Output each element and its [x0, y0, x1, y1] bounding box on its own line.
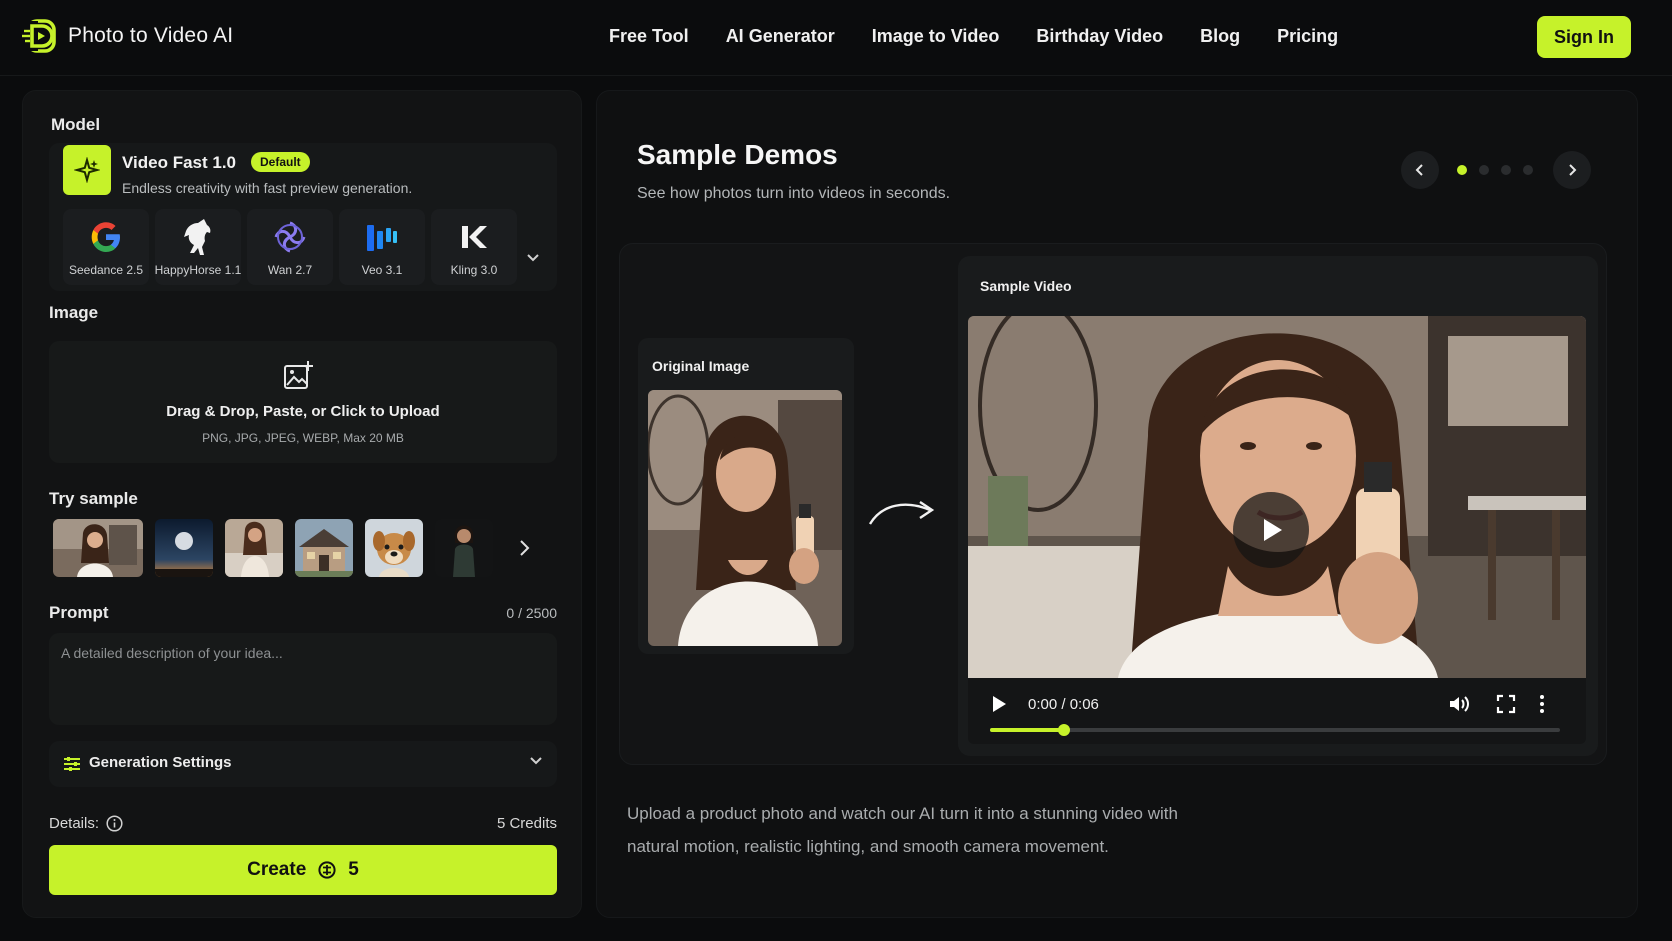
carousel-dot[interactable]: [1457, 165, 1467, 175]
nav-free-tool[interactable]: Free Tool: [609, 26, 689, 47]
provider-label: Kling 3.0: [450, 263, 498, 277]
chevron-down-icon[interactable]: [526, 253, 540, 263]
generation-settings-label: Generation Settings: [89, 754, 232, 771]
image-section-label: Image: [49, 303, 99, 322]
details-row: Details:: [49, 815, 123, 832]
create-label: Create: [247, 859, 307, 880]
provider-label: Wan 2.7: [267, 263, 313, 277]
provider-wan[interactable]: Wan 2.7: [247, 209, 333, 285]
create-button[interactable]: Create 5: [49, 845, 557, 895]
demo-stage: Original Image Sample Video 0:00 / 0:06: [619, 243, 1607, 765]
demo-description: Upload a product photo and watch our AI …: [627, 804, 1178, 856]
carousel-controls: [1401, 151, 1591, 189]
video-controls: 0:00 / 0:06: [968, 678, 1586, 744]
image-upload-icon: [284, 361, 313, 389]
volume-icon[interactable]: [1448, 694, 1470, 714]
provider-kling[interactable]: Kling 3.0: [431, 209, 517, 285]
demo-subtitle: See how photos turn into videos in secon…: [637, 185, 951, 202]
sample-demos-panel: Sample Demos See how photos turn into vi…: [596, 90, 1638, 918]
top-header: Photo to Video AI Free Tool AI Generator…: [0, 0, 1672, 76]
try-sample-label: Try sample: [49, 489, 138, 508]
fullscreen-icon[interactable]: [1496, 694, 1516, 714]
sample-video-label: Sample Video: [980, 278, 1072, 294]
nav-birthday-video[interactable]: Birthday Video: [1036, 26, 1163, 47]
sign-in-button[interactable]: Sign In: [1537, 16, 1631, 58]
sample-thumbnail-house[interactable]: [295, 519, 353, 577]
carousel-dot[interactable]: [1523, 165, 1533, 175]
nav-blog[interactable]: Blog: [1200, 26, 1240, 47]
video-progress-bar[interactable]: [990, 724, 1560, 736]
default-badge: Default: [251, 152, 310, 172]
generation-settings-toggle[interactable]: Generation Settings: [49, 741, 557, 787]
model-name: Video Fast 1.0: [122, 153, 237, 172]
coin-icon: [318, 861, 336, 879]
main-nav: Free Tool AI Generator Image to Video Bi…: [609, 26, 1338, 47]
wan-swirl-icon: [270, 217, 310, 257]
demo-title: Sample Demos: [637, 139, 838, 170]
credits-cost: 5 Credits: [496, 815, 557, 832]
carousel-prev-button[interactable]: [1401, 151, 1439, 189]
nav-image-to-video[interactable]: Image to Video: [872, 26, 1000, 47]
model-dropdown[interactable]: Video Fast 1.0 Default Endless creativit…: [63, 145, 533, 199]
details-label: Details:: [49, 815, 100, 832]
provider-seedance[interactable]: Seedance 2.5: [63, 209, 149, 285]
model-provider-list: Seedance 2.5 HappyHorse 1.1 Wan 2.7 Veo …: [63, 209, 517, 285]
prompt-input[interactable]: [49, 633, 557, 725]
carousel-dot[interactable]: [1479, 165, 1489, 175]
curved-arrow-icon: [868, 501, 935, 525]
play-overlay-button[interactable]: [1233, 492, 1309, 568]
upload-title: Drag & Drop, Paste, or Click to Upload: [166, 403, 440, 420]
more-options-icon[interactable]: [1538, 694, 1546, 714]
google-g-icon: [86, 217, 126, 257]
chevron-down-icon: [530, 757, 542, 765]
prompt-char-counter: 0 / 2500: [506, 605, 557, 621]
veo-bars-icon: [362, 217, 402, 257]
sparkle-icon: [63, 145, 111, 195]
original-image-label: Original Image: [652, 358, 750, 374]
chevron-left-icon: [1415, 164, 1423, 176]
sample-thumbnail-moon[interactable]: [155, 519, 213, 577]
generator-panel: Model Video Fast 1.0 Default Endless cre…: [22, 90, 582, 918]
chevron-right-icon[interactable]: [513, 537, 535, 559]
logo-icon: [22, 19, 56, 53]
play-icon[interactable]: [990, 694, 1008, 714]
sliders-icon: [64, 757, 80, 771]
horse-icon: [178, 217, 218, 257]
play-icon: [1264, 519, 1282, 541]
info-icon[interactable]: [106, 815, 123, 832]
sample-thumbnail-woman-sofa[interactable]: [225, 519, 283, 577]
sample-thumbnail-woman-room[interactable]: [53, 519, 143, 577]
kling-k-icon: [454, 217, 494, 257]
carousel-dot[interactable]: [1501, 165, 1511, 175]
image-upload-dropzone[interactable]: Drag & Drop, Paste, or Click to Upload P…: [49, 341, 557, 463]
carousel-next-button[interactable]: [1553, 151, 1591, 189]
video-time: 0:00 / 0:06: [1028, 696, 1099, 713]
sample-thumbnail-character[interactable]: [435, 519, 493, 577]
upload-format-hint: PNG, JPG, JPEG, WEBP, Max 20 MB: [202, 431, 404, 445]
provider-label: Seedance 2.5: [68, 263, 144, 277]
provider-veo[interactable]: Veo 3.1: [339, 209, 425, 285]
sample-thumbnails: [53, 519, 493, 577]
provider-happyhorse[interactable]: HappyHorse 1.1: [155, 209, 241, 285]
model-section-label: Model: [51, 115, 101, 134]
model-description: Endless creativity with fast preview gen…: [122, 180, 413, 196]
sample-thumbnail-dog[interactable]: [365, 519, 423, 577]
sample-video-card: Sample Video 0:00 / 0:06: [958, 256, 1598, 756]
logo[interactable]: Photo to Video AI: [22, 18, 233, 54]
carousel-dots: [1457, 165, 1533, 175]
prompt-section-label: Prompt: [49, 603, 109, 622]
original-image: [648, 390, 842, 646]
video-progress-fill: [990, 728, 1065, 732]
create-cost: 5: [348, 859, 359, 880]
nav-pricing[interactable]: Pricing: [1277, 26, 1338, 47]
nav-ai-generator[interactable]: AI Generator: [726, 26, 835, 47]
logo-text: Photo to Video AI: [68, 24, 234, 47]
video-progress-knob[interactable]: [1058, 724, 1071, 736]
provider-label: Veo 3.1: [361, 263, 403, 277]
chevron-right-icon: [1569, 164, 1577, 176]
original-image-card: Original Image: [638, 338, 854, 654]
video-player[interactable]: [968, 316, 1586, 678]
provider-label: HappyHorse 1.1: [154, 263, 242, 277]
